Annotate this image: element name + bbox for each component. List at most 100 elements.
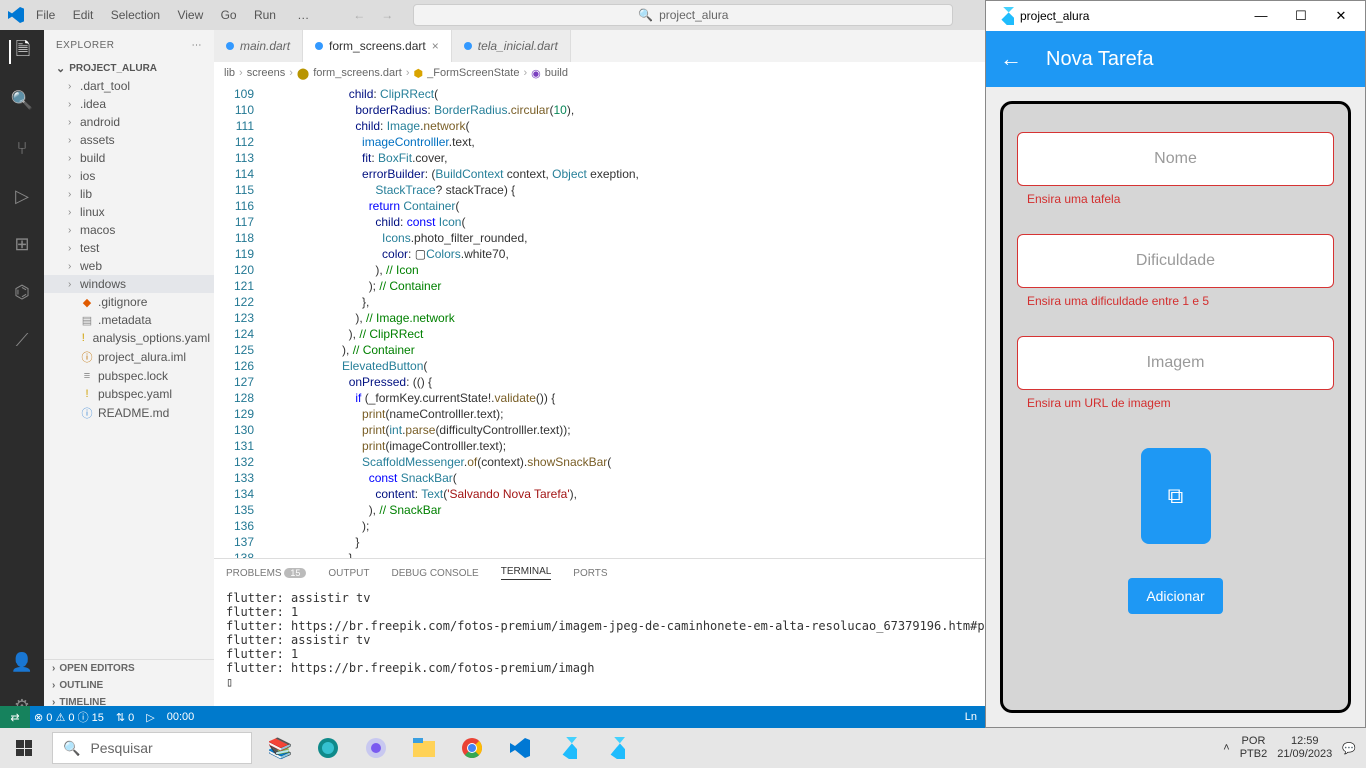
tree-item[interactable]: ›windows <box>44 275 214 293</box>
tree-item[interactable]: ›lib <box>44 185 214 203</box>
menu-more[interactable]: … <box>297 8 309 22</box>
taskbar-chrome-icon[interactable] <box>448 728 496 768</box>
activity-explorer-icon[interactable]: 🗎 <box>9 40 33 64</box>
crumb[interactable]: screens <box>247 67 286 79</box>
menu-edit[interactable]: Edit <box>73 8 94 22</box>
tray-notifications-icon[interactable]: 💬 <box>1342 742 1356 755</box>
activity-bar: 🗎 🔍 ⑂ ▷ ⊞ ⌬ ⟋ 👤 ⚙ <box>0 30 44 728</box>
back-arrow-icon[interactable]: ← <box>1000 46 1022 72</box>
tab-debug-console[interactable]: DEBUG CONSOLE <box>391 568 478 579</box>
status-ln[interactable]: Ln <box>965 711 977 723</box>
tree-item[interactable]: ≡pubspec.lock <box>44 367 214 385</box>
taskbar-app-1[interactable]: 📚 <box>256 728 304 768</box>
field-nome[interactable]: Nome <box>1017 132 1334 186</box>
tree-item[interactable]: ›test <box>44 239 214 257</box>
tree-item[interactable]: ›build <box>44 149 214 167</box>
tree-item[interactable]: !pubspec.yaml <box>44 385 214 403</box>
tray-lang1[interactable]: POR <box>1240 735 1268 748</box>
win-max-icon[interactable]: ☐ <box>1281 8 1321 24</box>
menu-selection[interactable]: Selection <box>111 8 160 22</box>
crumb[interactable]: lib <box>224 67 235 79</box>
search-placeholder: Pesquisar <box>90 740 152 756</box>
status-time: 00:00 <box>167 711 195 723</box>
project-root[interactable]: PROJECT_ALURA <box>44 60 214 77</box>
remote-icon[interactable]: ⇄ <box>0 706 30 728</box>
field-imagem[interactable]: Imagem <box>1017 336 1334 390</box>
panel-tabs: PROBLEMS 15 OUTPUT DEBUG CONSOLE TERMINA… <box>214 559 985 587</box>
tree-item[interactable]: ›web <box>44 257 214 275</box>
flutter-logo-icon <box>996 7 1014 25</box>
tree-item[interactable]: ▤.metadata <box>44 311 214 329</box>
status-debug[interactable]: ▷ <box>146 711 154 724</box>
crumb[interactable]: build <box>545 67 568 79</box>
breadcrumb[interactable]: lib› screens› ⬤ form_screens.dart› ⬢ _Fo… <box>214 62 985 84</box>
editor-tab[interactable]: form_screens.dart× <box>303 30 452 62</box>
taskbar-flutter-1-icon[interactable] <box>544 728 592 768</box>
explorer-title: EXPLORER <box>56 40 114 51</box>
system-tray[interactable]: ˄ PORPTB2 12:5921/09/2023 💬 <box>1213 735 1366 761</box>
status-errors[interactable]: ⊗ 0 ⚠ 0 ⓘ 15 <box>34 709 104 725</box>
menu-file[interactable]: File <box>36 8 55 22</box>
taskbar-vscode-icon[interactable] <box>496 728 544 768</box>
activity-search-icon[interactable]: 🔍 <box>10 88 34 112</box>
taskbar-search[interactable]: 🔍 Pesquisar <box>52 732 252 764</box>
menu-run[interactable]: Run <box>254 8 276 22</box>
activity-account-icon[interactable]: 👤 <box>10 650 34 674</box>
tree-item[interactable]: ›assets <box>44 131 214 149</box>
start-button[interactable] <box>0 728 48 768</box>
tree-item[interactable]: ›android <box>44 113 214 131</box>
tab-ports[interactable]: PORTS <box>573 568 607 579</box>
appbar-title: Nova Tarefa <box>1046 48 1153 71</box>
win-min-icon[interactable]: — <box>1241 8 1281 24</box>
code-body[interactable]: child: ClipRRect( borderRadius: BorderRa… <box>262 84 985 558</box>
activity-scm-icon[interactable]: ⑂ <box>10 136 34 160</box>
tray-date[interactable]: 21/09/2023 <box>1277 748 1332 761</box>
tree-item[interactable]: ⓘproject_alura.iml <box>44 347 214 367</box>
tree-item[interactable]: !analysis_options.yaml <box>44 329 214 347</box>
error-nome: Ensira uma tafela <box>1017 192 1334 206</box>
taskbar-flutter-2-icon[interactable] <box>592 728 640 768</box>
explorer-sidebar: EXPLORER ⋯ PROJECT_ALURA ›.dart_tool›.id… <box>44 30 214 728</box>
editor-tab[interactable]: main.dart <box>214 30 303 62</box>
nav-back-icon[interactable]: ← <box>353 8 365 22</box>
menu-go[interactable]: Go <box>221 8 237 22</box>
activity-extensions-icon[interactable]: ⊞ <box>10 232 34 256</box>
menu-view[interactable]: View <box>177 8 203 22</box>
explorer-more-icon[interactable]: ⋯ <box>192 40 203 51</box>
activity-flutter-icon[interactable]: ⟋ <box>10 328 34 352</box>
adicionar-button[interactable]: Adicionar <box>1128 578 1222 614</box>
tab-problems[interactable]: PROBLEMS 15 <box>226 568 306 579</box>
tree-item[interactable]: ›.idea <box>44 95 214 113</box>
tree-item[interactable]: ⓘREADME.md <box>44 403 214 423</box>
dart-file-icon: ⬤ <box>297 67 309 80</box>
crumb[interactable]: form_screens.dart <box>313 67 402 79</box>
tree-item[interactable]: ›macos <box>44 221 214 239</box>
tree-item[interactable]: ›.dart_tool <box>44 77 214 95</box>
tab-terminal[interactable]: TERMINAL <box>501 566 552 580</box>
tray-clock[interactable]: 12:59 <box>1277 735 1332 748</box>
taskbar-explorer-icon[interactable] <box>400 728 448 768</box>
editor-tab[interactable]: tela_inicial.dart <box>452 30 571 62</box>
win-close-icon[interactable]: ✕ <box>1321 8 1361 24</box>
field-dificuldade[interactable]: Dificuldade <box>1017 234 1334 288</box>
activity-debug-icon[interactable]: ▷ <box>10 184 34 208</box>
crumb[interactable]: _FormScreenState <box>427 67 519 79</box>
tray-lang2[interactable]: PTB2 <box>1240 748 1268 761</box>
tree-item[interactable]: ◆.gitignore <box>44 293 214 311</box>
taskbar-app-3[interactable] <box>352 728 400 768</box>
taskbar-edge-icon[interactable] <box>304 728 352 768</box>
tab-output[interactable]: OUTPUT <box>328 568 369 579</box>
tree-item[interactable]: ›linux <box>44 203 214 221</box>
tray-chevron-icon[interactable]: ˄ <box>1223 742 1229 754</box>
status-port[interactable]: ⇅ 0 <box>116 711 134 724</box>
status-bar: ⇄ ⊗ 0 ⚠ 0 ⓘ 15 ⇅ 0 ▷ 00:00 Ln <box>0 706 985 728</box>
windows-logo-icon <box>16 740 32 756</box>
code-editor[interactable]: 1091101111121131141151161171181191201211… <box>214 84 985 558</box>
activity-test-icon[interactable]: ⌬ <box>10 280 34 304</box>
method-icon: ◉ <box>531 67 541 80</box>
command-center[interactable]: 🔍 project_alura <box>413 4 953 26</box>
tree-item[interactable]: ›ios <box>44 167 214 185</box>
sidebar-panel[interactable]: OUTLINE <box>44 677 214 694</box>
search-icon: 🔍 <box>63 740 80 757</box>
sidebar-panel[interactable]: OPEN EDITORS <box>44 660 214 677</box>
